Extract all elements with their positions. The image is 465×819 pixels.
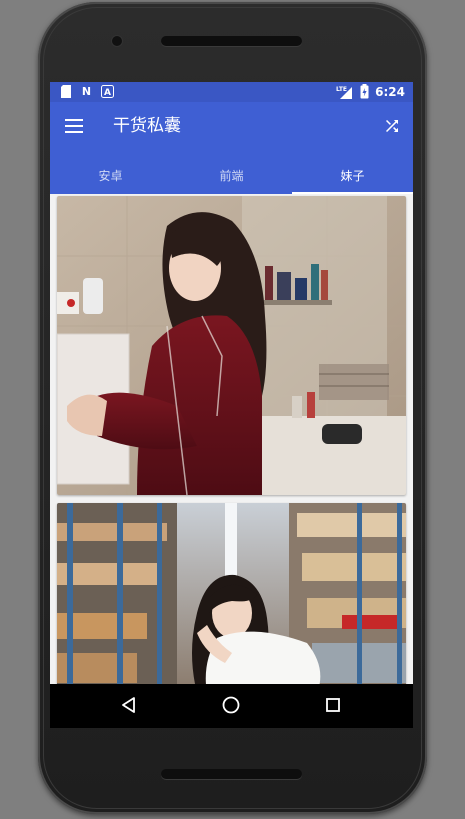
system-navigation-bar [50, 684, 413, 728]
app-screen: N A LTE 6:24 干货私囊 安卓 前端 妹子 [50, 82, 413, 728]
top-speaker [161, 36, 302, 46]
photo-card[interactable] [57, 196, 406, 495]
tab-frontend[interactable]: 前端 [171, 162, 292, 194]
signal-icon: LTE [336, 86, 353, 99]
tab-android[interactable]: 安卓 [50, 162, 171, 194]
app-title: 干货私囊 [113, 116, 181, 136]
hamburger-menu-icon[interactable] [65, 119, 83, 133]
clock-time: 6:24 [375, 84, 405, 99]
sd-card-icon [61, 85, 71, 98]
home-circle-icon[interactable] [221, 695, 241, 715]
svg-text:A: A [104, 88, 111, 98]
bottom-speaker [161, 769, 302, 779]
photo-card[interactable] [57, 503, 406, 684]
front-camera [112, 36, 122, 46]
photo-feed[interactable] [50, 194, 413, 684]
tab-girls[interactable]: 妹子 [292, 162, 413, 194]
a-notification-icon: A [101, 85, 114, 98]
shuffle-icon[interactable] [383, 117, 401, 135]
svg-text:LTE: LTE [336, 86, 347, 93]
n-notification-icon: N [81, 85, 92, 98]
status-bar: N A LTE 6:24 [50, 82, 413, 102]
back-triangle-icon[interactable] [119, 695, 139, 715]
battery-charging-icon [360, 84, 369, 99]
photo-image [57, 503, 406, 684]
photo-image [57, 196, 406, 495]
tab-bar: 安卓 前端 妹子 [50, 162, 413, 194]
recents-square-icon[interactable] [323, 695, 343, 715]
app-bar: 干货私囊 安卓 前端 妹子 [50, 102, 413, 194]
